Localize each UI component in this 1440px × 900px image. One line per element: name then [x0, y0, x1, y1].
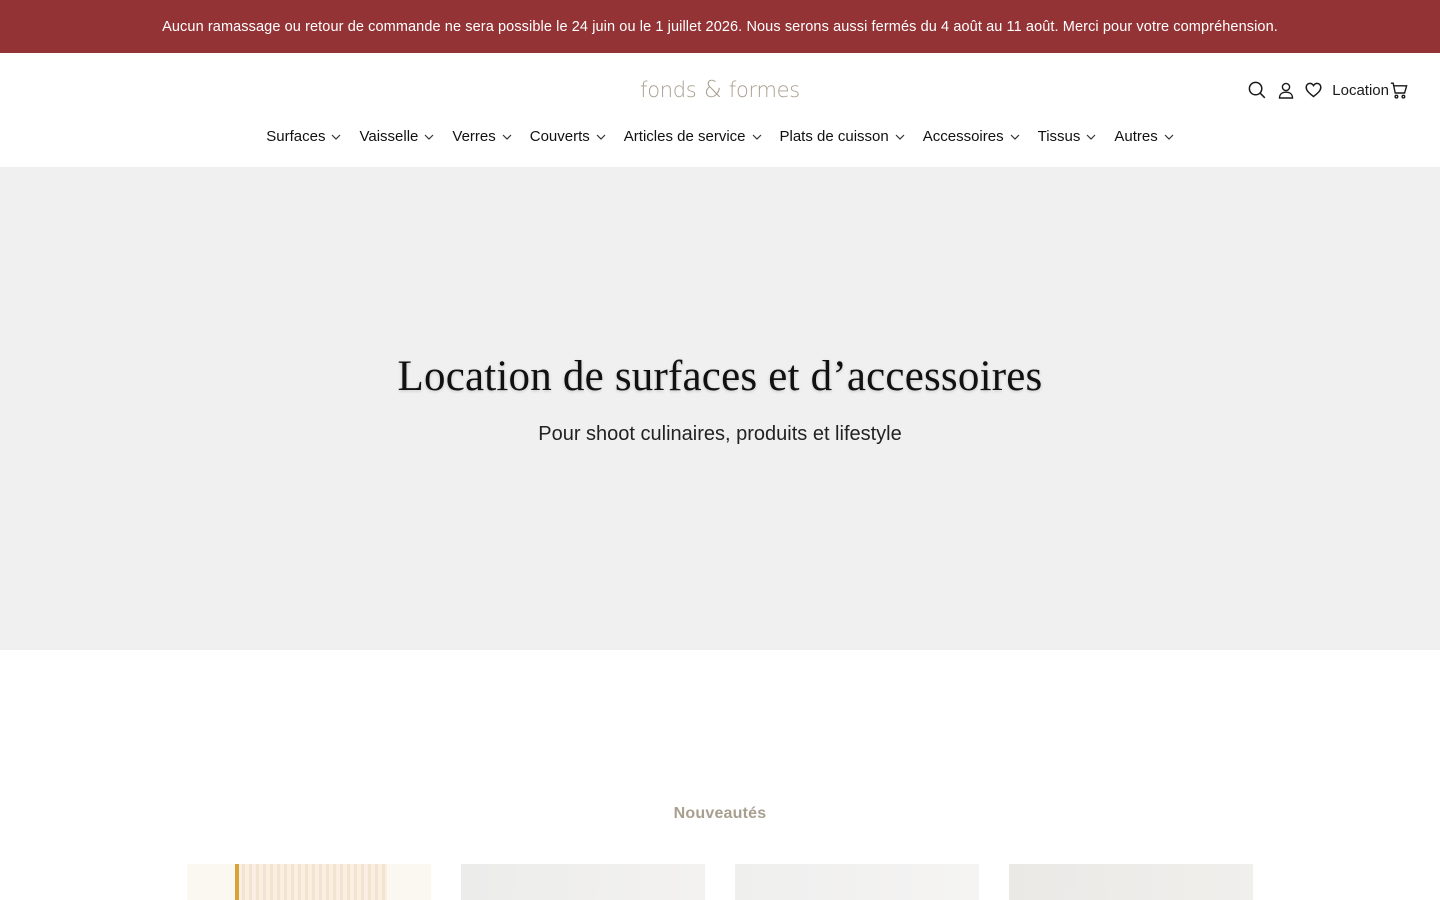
cart-icon[interactable] — [1390, 82, 1408, 99]
chevron-down-icon — [895, 134, 905, 140]
hero-subtitle: Pour shoot culinaires, produits et lifes… — [538, 422, 902, 445]
announcement-text: Aucun ramassage ou retour de commande ne… — [162, 18, 1278, 35]
hero-banner: Location de surfaces et d’accessoires Po… — [0, 167, 1440, 650]
nav-item-label: Autres — [1114, 128, 1158, 145]
rental-link[interactable]: Location — [1332, 82, 1389, 99]
nav-item-label: Vaisselle — [359, 128, 419, 145]
chevron-down-icon — [1164, 134, 1174, 140]
nav-item-label: Plats de cuisson — [779, 128, 889, 145]
logo-word-formes: formes — [728, 78, 800, 102]
nav-item-plats-de-cuisson[interactable]: Plats de cuisson — [780, 128, 905, 145]
heart-icon[interactable] — [1305, 82, 1322, 98]
nav-item-articles-de-service[interactable]: Articles de service — [624, 128, 762, 145]
product-card[interactable] — [461, 864, 705, 900]
announcement-bar: Aucun ramassage ou retour de commande ne… — [0, 0, 1440, 53]
site-logo[interactable]: fonds & formes — [0, 77, 1440, 103]
nav-item-autres[interactable]: Autres — [1114, 128, 1174, 145]
product-image-detail — [235, 864, 239, 900]
chevron-down-icon — [1086, 134, 1096, 140]
nav-item-accessoires[interactable]: Accessoires — [923, 128, 1020, 145]
new-arrivals-section: Nouveautés — [0, 650, 1440, 900]
nav-item-verres[interactable]: Verres — [452, 128, 512, 145]
nav-item-tissus[interactable]: Tissus — [1038, 128, 1097, 145]
section-title: Nouveautés — [673, 805, 767, 822]
nav-item-vaisselle[interactable]: Vaisselle — [359, 128, 434, 145]
user-icon[interactable] — [1278, 82, 1294, 99]
chevron-down-icon — [502, 134, 512, 140]
search-icon[interactable] — [1248, 81, 1266, 99]
main-nav: Surfaces Vaisselle Verres Couverts Artic… — [0, 128, 1440, 145]
chevron-down-icon — [424, 134, 434, 140]
product-grid — [187, 864, 1253, 900]
hero-title: Location de surfaces et d’accessoires — [397, 352, 1043, 400]
nav-item-couverts[interactable]: Couverts — [530, 128, 606, 145]
nav-item-label: Articles de service — [623, 128, 746, 145]
header-actions: Location — [1248, 80, 1408, 100]
logo-word-fonds: fonds — [640, 78, 697, 102]
chevron-down-icon — [752, 134, 762, 140]
logo-ampersand: & — [703, 77, 722, 103]
nav-item-label: Couverts — [529, 128, 590, 145]
nav-item-label: Verres — [452, 128, 496, 145]
nav-item-surfaces[interactable]: Surfaces — [266, 128, 341, 145]
product-image — [235, 864, 387, 900]
nav-item-label: Surfaces — [266, 128, 326, 145]
nav-item-label: Accessoires — [922, 128, 1004, 145]
product-card[interactable] — [1009, 864, 1253, 900]
chevron-down-icon — [1010, 134, 1020, 140]
chevron-down-icon — [596, 134, 606, 140]
product-card[interactable] — [735, 864, 979, 900]
nav-item-label: Tissus — [1037, 128, 1081, 145]
site-header: fonds & formes Location Surfaces Vaissel… — [0, 53, 1440, 167]
product-card[interactable] — [187, 864, 431, 900]
chevron-down-icon — [331, 134, 341, 140]
